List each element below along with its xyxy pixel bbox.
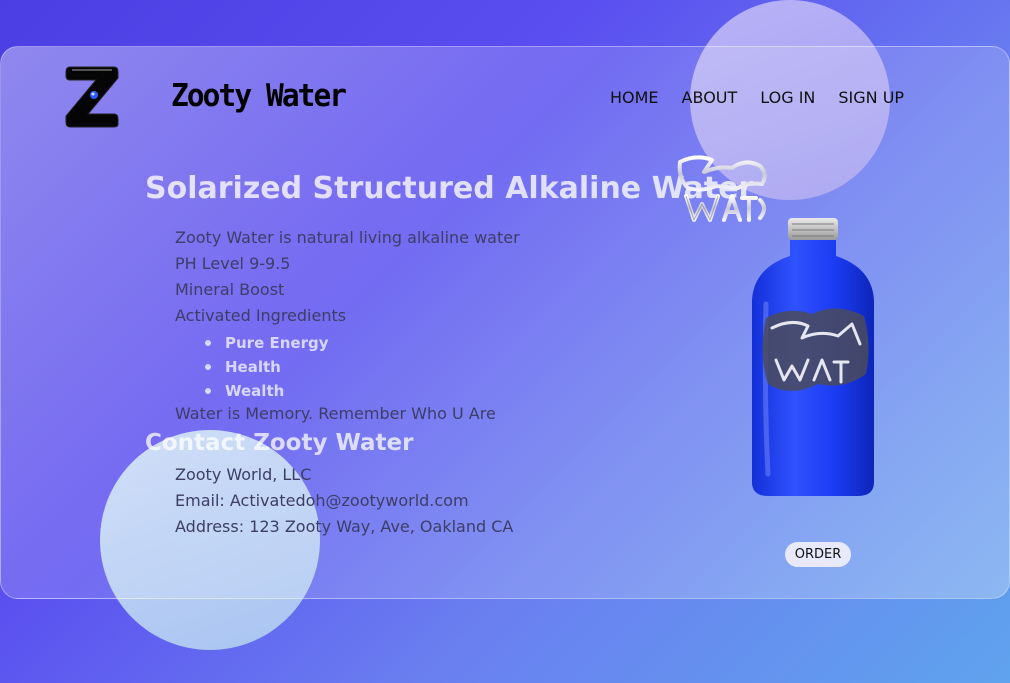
list-item: Pure Energy [205,331,328,355]
bullet-icon [205,364,211,370]
hero-tagline: Water is Memory. Remember Who U Are [175,404,496,423]
nav-login-link[interactable]: LOG IN [760,88,815,107]
main-nav: HOME ABOUT LOG IN SIGN UP [610,88,904,107]
brand-name: Zooty Water [171,78,347,114]
nav-signup-link[interactable]: SIGN UP [838,88,904,107]
list-item: Wealth [205,379,328,403]
hero-line-ph-level: PH Level 9-9.5 [175,254,291,273]
contact-company: Zooty World, LLC [175,465,312,484]
nav-about-link[interactable]: ABOUT [682,88,738,107]
hero-line-mineral: Mineral Boost [175,280,285,299]
ingredients-list: Pure Energy Health Wealth [205,331,328,403]
ingredient-label: Health [225,358,281,376]
list-item: Health [205,355,328,379]
hero-line-description: Zooty Water is natural living alkaline w… [175,228,520,247]
hero-line-activated: Activated Ingredients [175,306,347,325]
nav-home-link[interactable]: HOME [610,88,659,107]
contact-address: Address: 123 Zooty Way, Ave, Oakland CA [175,517,514,536]
order-button[interactable]: ORDER [785,542,851,567]
ingredient-label: Wealth [225,382,285,400]
ingredient-label: Pure Energy [225,334,329,352]
contact-email: Email: Activatedoh@zootyworld.com [175,491,469,510]
contact-title: Contact Zooty Water [145,430,414,456]
blue-water-bottle [752,218,874,496]
bullet-icon [205,340,211,346]
z-logo-icon[interactable] [64,64,120,128]
bullet-icon [205,388,211,394]
hero-headline: Solarized Structured Alkaline Water [145,171,754,206]
